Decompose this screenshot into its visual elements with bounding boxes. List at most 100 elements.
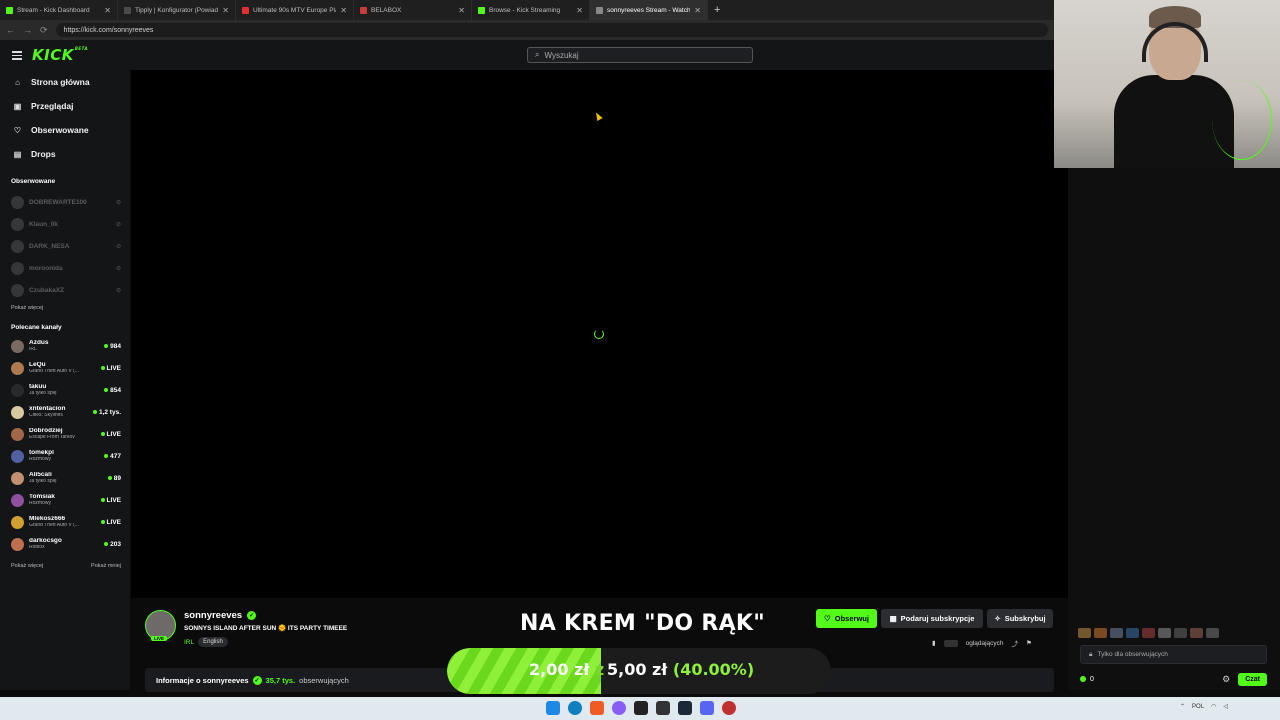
share-icon[interactable]: ⤴	[1012, 638, 1019, 648]
offline-icon: ⊘	[115, 243, 121, 250]
windows-start-icon[interactable]	[546, 701, 560, 715]
sidebar-item-home[interactable]: ⌂ Strona główna	[0, 70, 130, 94]
stream-overlay-text: NA KREM "DO RĄK"	[520, 611, 766, 636]
avatar	[11, 515, 24, 529]
menu-icon[interactable]	[12, 51, 22, 62]
heart-icon: ♡	[824, 614, 831, 623]
reload-icon[interactable]: ⟳	[40, 25, 48, 36]
channel-category: Escape From Tarkov	[29, 434, 75, 440]
recommended-channel[interactable]: Azdus IRL 984	[0, 335, 130, 357]
recommended-show-more[interactable]: Pokaż więcej	[11, 563, 43, 569]
clip-icon[interactable]: ⚑	[1026, 639, 1032, 647]
recommended-more-row: Pokaż więcej Pokaż mniej	[0, 559, 130, 573]
channel-points[interactable]: 0	[1080, 676, 1094, 683]
recommended-channel[interactable]: Mlekosz666 Grand Theft Auto V (... LIVE	[0, 511, 130, 533]
recommended-channel[interactable]: Ali5cali Ja tylko śpię 89	[0, 467, 130, 489]
recommended-channel[interactable]: tomekpl Rozmowy 477	[0, 445, 130, 467]
gear-icon[interactable]: ⚙	[1222, 674, 1230, 685]
followed-show-more[interactable]: Pokaż więcej	[0, 301, 130, 315]
sidebar-item-browse[interactable]: ▣ Przeglądaj	[0, 94, 130, 118]
followed-channel[interactable]: CzubakaXZ ⊘	[0, 279, 130, 301]
followed-channel[interactable]: Klaun_0k ⊘	[0, 213, 130, 235]
tray-chevron-icon[interactable]: ⌃	[1180, 703, 1185, 710]
channel-name: Tomsiak	[29, 493, 55, 500]
chat-input[interactable]: 🔒︎ Tylko dla obserwujących	[1080, 645, 1267, 664]
follow-button-label: Obserwuj	[834, 614, 869, 623]
channel-info: darkocsgo Roblox	[29, 538, 99, 550]
close-icon[interactable]: ✕	[340, 6, 347, 15]
viewer-count: LIVE	[100, 365, 121, 372]
browser-tab[interactable]: sonnyreeves Stream - Watch Live …✕	[590, 0, 708, 20]
tray-lang[interactable]: POL	[1192, 704, 1204, 710]
messenger-icon[interactable]	[612, 701, 626, 715]
new-tab-button[interactable]: +	[714, 4, 720, 16]
recommended-channel[interactable]: Tomsiak Rozmowy LIVE	[0, 489, 130, 511]
verified-icon: ✓	[247, 611, 257, 620]
channel-category: Cities: Skylines	[29, 412, 63, 418]
chat-send-button[interactable]: Czat	[1238, 672, 1267, 686]
obs-icon[interactable]	[722, 701, 736, 715]
browser-tab[interactable]: Ultimate 90s MTV Europe Playlist ✕	[236, 0, 354, 20]
back-icon[interactable]: ←	[6, 25, 15, 35]
emote-bar[interactable]	[1078, 628, 1219, 638]
browser-tab[interactable]: Browse - Kick Streaming ✕	[472, 0, 590, 20]
sidebar-item-drops[interactable]: ▤ Drops	[0, 142, 130, 166]
avatar	[11, 261, 24, 275]
edge-icon[interactable]	[568, 701, 582, 715]
recommended-section-title: Polecane kanały	[11, 323, 62, 331]
close-icon[interactable]: ✕	[576, 6, 583, 15]
channel-info: Ali5cali Ja tylko śpię	[29, 472, 103, 484]
recommended-channel[interactable]: LeQu Grand Theft Auto V (... LIVE	[0, 357, 130, 379]
gift-subs-button[interactable]: ▦ Podaruj subskrypcje	[881, 609, 983, 628]
steam-icon[interactable]	[678, 701, 692, 715]
category-link[interactable]: IRL	[184, 639, 194, 646]
tab-favicon-icon	[242, 6, 249, 14]
recommended-show-less[interactable]: Pokaż mniej	[91, 563, 121, 569]
discord-icon[interactable]	[700, 701, 714, 715]
avatar	[11, 239, 24, 253]
forward-icon[interactable]: →	[23, 25, 32, 35]
epic-icon[interactable]	[656, 701, 670, 715]
url-field[interactable]: https://kick.com/sonnyreeves	[55, 23, 1048, 37]
browser-tab[interactable]: Stream - Kick Dashboard ✕	[0, 0, 118, 20]
app-icon[interactable]	[634, 701, 648, 715]
language-tag[interactable]: English	[198, 637, 228, 647]
streamer-name[interactable]: sonnyreeves ✓	[184, 610, 257, 621]
channel-category: IRL	[29, 346, 37, 352]
wifi-icon[interactable]: ◠	[1211, 703, 1216, 710]
browser-tab[interactable]: BELABOX ✕	[354, 0, 472, 20]
close-icon[interactable]: ✕	[222, 6, 229, 15]
viewer-count: LIVE	[100, 431, 121, 438]
close-icon[interactable]: ✕	[104, 6, 111, 15]
recommended-channel[interactable]: darkocsgo Roblox 203	[0, 533, 130, 555]
volume-icon[interactable]: ◁	[1223, 703, 1228, 710]
channel-name: DOBREWARTE100	[29, 198, 87, 206]
search-input[interactable]: ⌕ Wyszukaj	[527, 47, 753, 63]
brave-icon[interactable]	[590, 701, 604, 715]
close-icon[interactable]: ✕	[694, 6, 701, 15]
channel-category: Rozmowy	[29, 500, 51, 506]
tab-title: Tipply | Konfigurator (Powiadomi…	[135, 6, 219, 14]
channel-info: LeQu Grand Theft Auto V (...	[29, 362, 96, 374]
recommended-channel[interactable]: xntentacion Cities: Skylines 1,2 tys.	[0, 401, 130, 423]
system-tray: ⌃ POL ◠ ◁	[1180, 703, 1228, 711]
streamer-name-text[interactable]: sonnyreeves	[184, 610, 242, 621]
recommended-channel[interactable]: Dobrodziej Escape From Tarkov LIVE	[0, 423, 130, 445]
follow-button[interactable]: ♡ Obserwuj	[816, 609, 877, 628]
followed-channel[interactable]: DARK_NESA ⊘	[0, 235, 130, 257]
kick-logo[interactable]: KICKBETA	[32, 46, 88, 64]
sidebar-item-heart[interactable]: ♡ Obserwowane	[0, 118, 130, 142]
close-icon[interactable]: ✕	[458, 6, 465, 15]
browser-tab[interactable]: Tipply | Konfigurator (Powiadomi…✕	[118, 0, 236, 20]
os-taskbar: ⌃ POL ◠ ◁	[0, 697, 1280, 720]
subscribe-button[interactable]: ✧ Subskrybuj	[987, 609, 1053, 628]
channel-name: CzubakaXZ	[29, 286, 65, 294]
followed-channel[interactable]: DOBREWARTE100 ⊘	[0, 191, 130, 213]
loading-spinner-icon	[594, 329, 604, 339]
live-dot-icon	[107, 476, 112, 480]
channel-info: Azdus IRL	[29, 340, 99, 352]
recommended-channel[interactable]: takuu Ja tylko śpię 854	[0, 379, 130, 401]
channel-category: Rozmowy	[29, 456, 51, 462]
followed-channel[interactable]: moroonida ⊘	[0, 257, 130, 279]
channel-category: Ja tylko śpię	[29, 478, 57, 484]
